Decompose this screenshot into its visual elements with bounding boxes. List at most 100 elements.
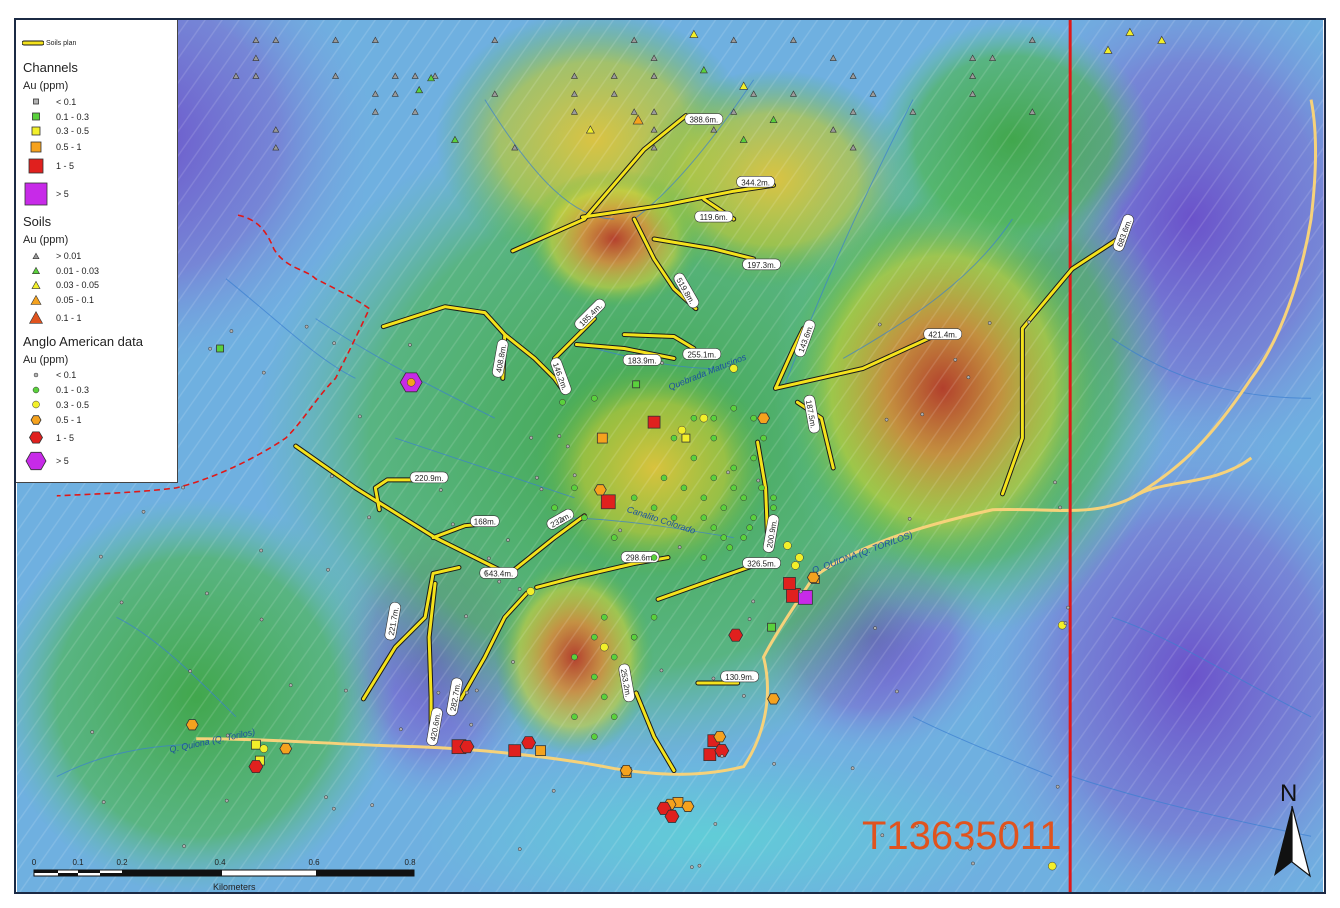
legend-anglo-icon [18,428,54,447]
legend-soils-row: 0.01 - 0.03 [16,264,99,277]
legend-anglo-row: 0.5 - 1 [16,412,82,428]
map-frame: 388.6m. 344.2m. 119.6m. 197.3m. 519.8m. 185.4… [14,18,1326,894]
anglo-sample [665,810,679,822]
anglo-sample [518,587,521,590]
legend-channels-icon [18,110,54,123]
anglo-sample [573,474,576,477]
legend-soils-row: 0.1 - 1 [16,308,82,327]
anglo-sample [205,592,208,595]
soils-plan-line-icon [22,39,44,47]
map-legend: Soils plan Channels Au (ppm) < 0.1 0.1 - … [16,20,178,483]
anglo-sample [751,415,757,421]
channel-sample [783,577,795,589]
legend-soils-plan-label: Soils plan [46,40,76,47]
anglo-sample [711,435,717,441]
anglo-sample [691,455,697,461]
anglo-sample [681,485,687,491]
anglo-sample [522,737,536,749]
anglo-sample [620,765,632,775]
anglo-sample [305,325,308,328]
anglo-sample [714,822,717,825]
map-canvas[interactable]: 388.6m.344.2m.119.6m.197.3m.519.8m.185.4… [16,20,1324,892]
anglo-sample [209,347,212,350]
legend-channels-row: < 0.1 [16,96,76,107]
distance-label: 220.9m. [410,472,448,483]
legend-channels-icon [18,180,54,208]
anglo-sample [571,714,577,720]
anglo-sample [700,414,708,422]
distance-label: 119.6m. [695,211,733,222]
anglo-sample [721,535,727,541]
anglo-sample [651,555,657,561]
scale-tick-2: 0.2 [116,858,127,867]
anglo-sample [601,614,607,620]
legend-soils-label: > 0.01 [56,251,81,261]
legend-anglo-icon [18,384,54,396]
svg-text:168m.: 168m. [474,518,496,527]
anglo-sample [484,571,487,574]
anglo-sample [437,691,440,694]
legend-channels-icon [18,156,54,176]
anglo-sample [1066,606,1069,609]
anglo-sample [748,618,751,621]
legend-channels-icon [18,139,54,155]
anglo-sample [771,505,777,511]
channel-sample [648,416,660,428]
anglo-sample [181,486,184,489]
anglo-sample [698,864,701,867]
anglo-sample [506,538,509,541]
legend-channels-unit: Au (ppm) [23,80,68,92]
anglo-sample [1053,481,1056,484]
distance-label: 388.6m. [685,114,723,125]
channel-sample [509,745,521,757]
anglo-sample [758,413,770,423]
anglo-sample [1056,785,1059,788]
anglo-sample [721,505,727,511]
legend-soils-label: 0.1 - 1 [56,313,82,323]
anglo-sample [661,361,664,364]
anglo-sample [460,741,474,753]
anglo-sample [711,525,717,531]
legend-soils-title: Soils [23,214,51,229]
anglo-sample [1048,862,1056,870]
anglo-sample [527,587,535,595]
legend-anglo-icon [18,370,54,380]
distance-label: 326.5m. [743,558,781,569]
anglo-sample [691,415,697,421]
legend-anglo-icon [18,398,54,411]
anglo-sample [371,804,374,807]
anglo-sample [581,515,587,521]
legend-anglo-title: Anglo American data [23,334,143,349]
anglo-sample [771,495,777,501]
anglo-sample [470,723,473,726]
channel-sample [217,345,224,352]
anglo-sample [711,475,717,481]
anglo-sample [611,654,617,660]
anglo-sample [540,488,543,491]
legend-channels-icon [18,124,54,138]
legend-soils-icon [18,264,54,277]
anglo-sample [571,485,577,491]
anglo-sample [1027,321,1030,324]
anglo-sample [712,677,715,680]
channel-sample [768,623,776,631]
anglo-sample [558,434,561,437]
legend-anglo-label: < 0.1 [56,370,76,380]
anglo-sample [611,714,617,720]
anglo-sample [791,562,799,570]
anglo-sample [701,495,707,501]
anglo-sample [451,523,454,526]
anglo-sample [761,435,767,441]
anglo-sample [439,488,442,491]
svg-text:197.3m.: 197.3m. [747,261,776,270]
legend-anglo-unit: Au (ppm) [23,354,68,366]
anglo-sample [326,568,329,571]
legend-anglo-icon [18,448,54,474]
anglo-sample [885,418,888,421]
anglo-sample [747,525,753,531]
channel-sample [682,434,690,442]
anglo-sample [701,555,707,561]
anglo-sample [799,590,802,593]
legend-anglo-row: 0.3 - 0.5 [16,398,89,411]
anglo-sample [487,557,490,560]
